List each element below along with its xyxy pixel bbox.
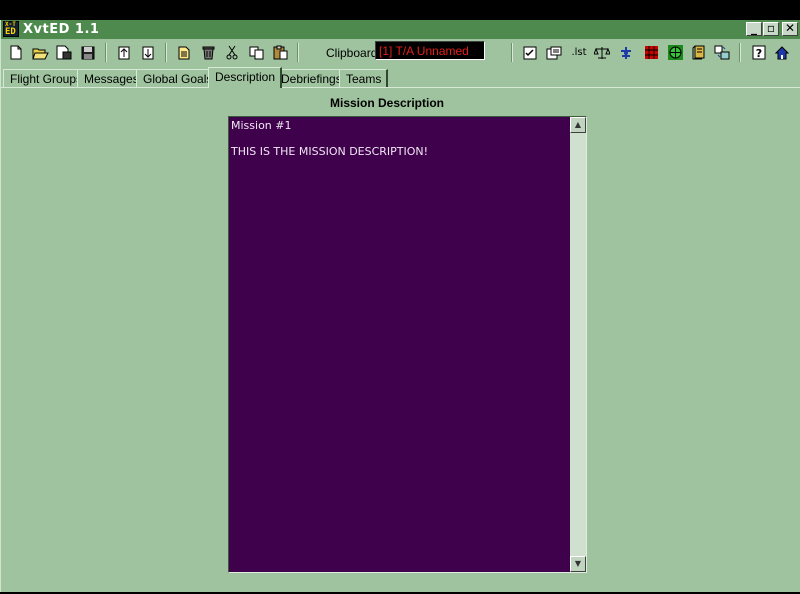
mission-description-heading: Mission Description [329, 96, 445, 110]
tab-teams[interactable]: Teams [339, 69, 389, 88]
tab-description[interactable]: Description [208, 67, 283, 88]
copy-doc-icon[interactable] [175, 44, 193, 61]
toolbar-separator [105, 43, 107, 62]
cut-icon[interactable] [223, 44, 241, 61]
mission-description-textarea[interactable]: Mission #1 THIS IS THE MISSION DESCRIPTI… [228, 116, 587, 573]
paste-icon[interactable] [271, 44, 289, 61]
home-icon[interactable] [773, 44, 791, 61]
tab-strip: Flight Groups Messages Global Goals Desc… [1, 67, 800, 88]
save-icon[interactable] [79, 44, 97, 61]
scroll-down-arrow-icon[interactable]: ▼ [570, 556, 586, 572]
window-title: XvtED 1.1 [23, 22, 100, 37]
clipboard-field[interactable]: [1] T/A Unnamed [375, 41, 485, 60]
convert-icon[interactable] [713, 44, 731, 61]
report-icon[interactable] [545, 44, 563, 61]
restore-button[interactable]: ▫ [763, 21, 779, 36]
fighter-icon[interactable] [617, 44, 635, 61]
app-window: X-T ED XvtED 1.1 _ ▫ ✕ Clipboard: [1] T/… [0, 20, 800, 592]
delete-icon[interactable] [199, 44, 217, 61]
mission-description-text[interactable]: Mission #1 THIS IS THE MISSION DESCRIPTI… [231, 119, 569, 158]
toolbar-separator [297, 43, 299, 62]
title-bar[interactable]: X-T ED XvtED 1.1 _ ▫ ✕ [1, 20, 800, 39]
save-as-icon[interactable] [55, 44, 73, 61]
toolbar-separator [739, 43, 741, 62]
tab-debriefings[interactable]: Debriefings [274, 69, 349, 88]
globe-icon[interactable] [666, 44, 684, 61]
book-icon[interactable] [690, 44, 708, 61]
lst-icon[interactable]: .lst [570, 44, 588, 61]
help-icon[interactable]: ? [750, 44, 768, 61]
tab-divider [1, 87, 800, 88]
window-controls: _ ▫ ✕ [745, 21, 798, 36]
clipboard-label: Clipboard: [326, 46, 381, 60]
tab-global-goals[interactable]: Global Goals [136, 69, 220, 88]
toolbar: Clipboard: [1] T/A Unnamed .lst ? [1, 40, 800, 66]
minimize-button[interactable]: _ [746, 21, 762, 36]
new-icon[interactable] [7, 44, 25, 61]
scales-icon[interactable] [593, 44, 611, 61]
toolbar-separator [511, 43, 513, 62]
move-down-icon[interactable] [139, 44, 157, 61]
scroll-up-arrow-icon[interactable]: ▲ [570, 117, 586, 133]
move-up-icon[interactable] [115, 44, 133, 61]
svg-text:?: ? [756, 47, 762, 60]
close-button[interactable]: ✕ [782, 21, 798, 36]
open-icon[interactable] [31, 44, 49, 61]
screen-top-border [0, 0, 800, 20]
checklist-icon[interactable] [521, 44, 539, 61]
toolbar-separator [165, 43, 167, 62]
app-logo-icon[interactable]: X-T ED [3, 21, 19, 37]
copy-icon[interactable] [247, 44, 265, 61]
vertical-scrollbar[interactable]: ▲ ▼ [570, 117, 586, 572]
grid-icon[interactable] [642, 44, 660, 61]
